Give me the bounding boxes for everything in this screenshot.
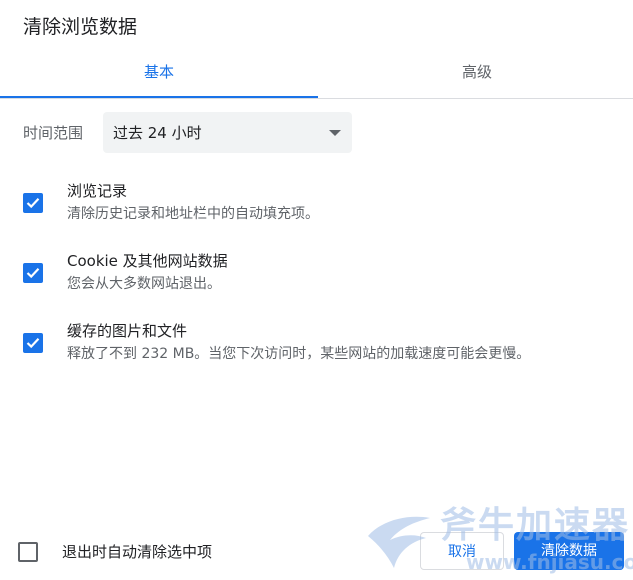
option-description: 您会从大多数网站退出。 (67, 276, 221, 292)
checkmark-icon (26, 198, 40, 209)
tab-basic[interactable]: 基本 (0, 52, 318, 98)
option-cookies: Cookie 及其他网站数据 您会从大多数网站退出。 (0, 250, 633, 300)
time-range-value: 过去 24 小时 (113, 124, 202, 142)
option-title: 浏览记录 (67, 182, 128, 200)
tab-bar: 基本 高级 (0, 52, 633, 99)
browsing-history-checkbox[interactable] (23, 193, 43, 213)
cookies-checkbox[interactable] (23, 263, 43, 283)
clear-on-exit-checkbox[interactable] (18, 542, 38, 562)
dropdown-caret-icon (329, 130, 341, 136)
cancel-button[interactable]: 取消 (420, 532, 504, 570)
checkmark-icon (26, 338, 40, 349)
clear-browsing-data-dialog: 清除浏览数据 基本 高级 时间范围 过去 24 小时 浏览记录 清除历史记录和地… (0, 0, 633, 580)
option-title: Cookie 及其他网站数据 (67, 252, 228, 270)
option-description: 清除历史记录和地址栏中的自动填充项。 (67, 206, 319, 222)
clear-on-exit-label: 退出时自动清除选中项 (62, 543, 213, 561)
checkmark-icon (26, 268, 40, 279)
time-range-label: 时间范围 (23, 124, 84, 142)
option-cached-files: 缓存的图片和文件 释放了不到 232 MB。当您下次访问时，某些网站的加载速度可… (0, 320, 633, 370)
tab-advanced[interactable]: 高级 (318, 52, 633, 96)
clear-data-button[interactable]: 清除数据 (514, 532, 624, 570)
option-title: 缓存的图片和文件 (67, 322, 188, 340)
option-description: 释放了不到 232 MB。当您下次访问时，某些网站的加载速度可能会更慢。 (67, 346, 531, 362)
cached-files-checkbox[interactable] (23, 333, 43, 353)
time-range-select[interactable]: 过去 24 小时 (103, 112, 352, 153)
dialog-title: 清除浏览数据 (23, 16, 138, 38)
option-browsing-history: 浏览记录 清除历史记录和地址栏中的自动填充项。 (0, 180, 633, 230)
